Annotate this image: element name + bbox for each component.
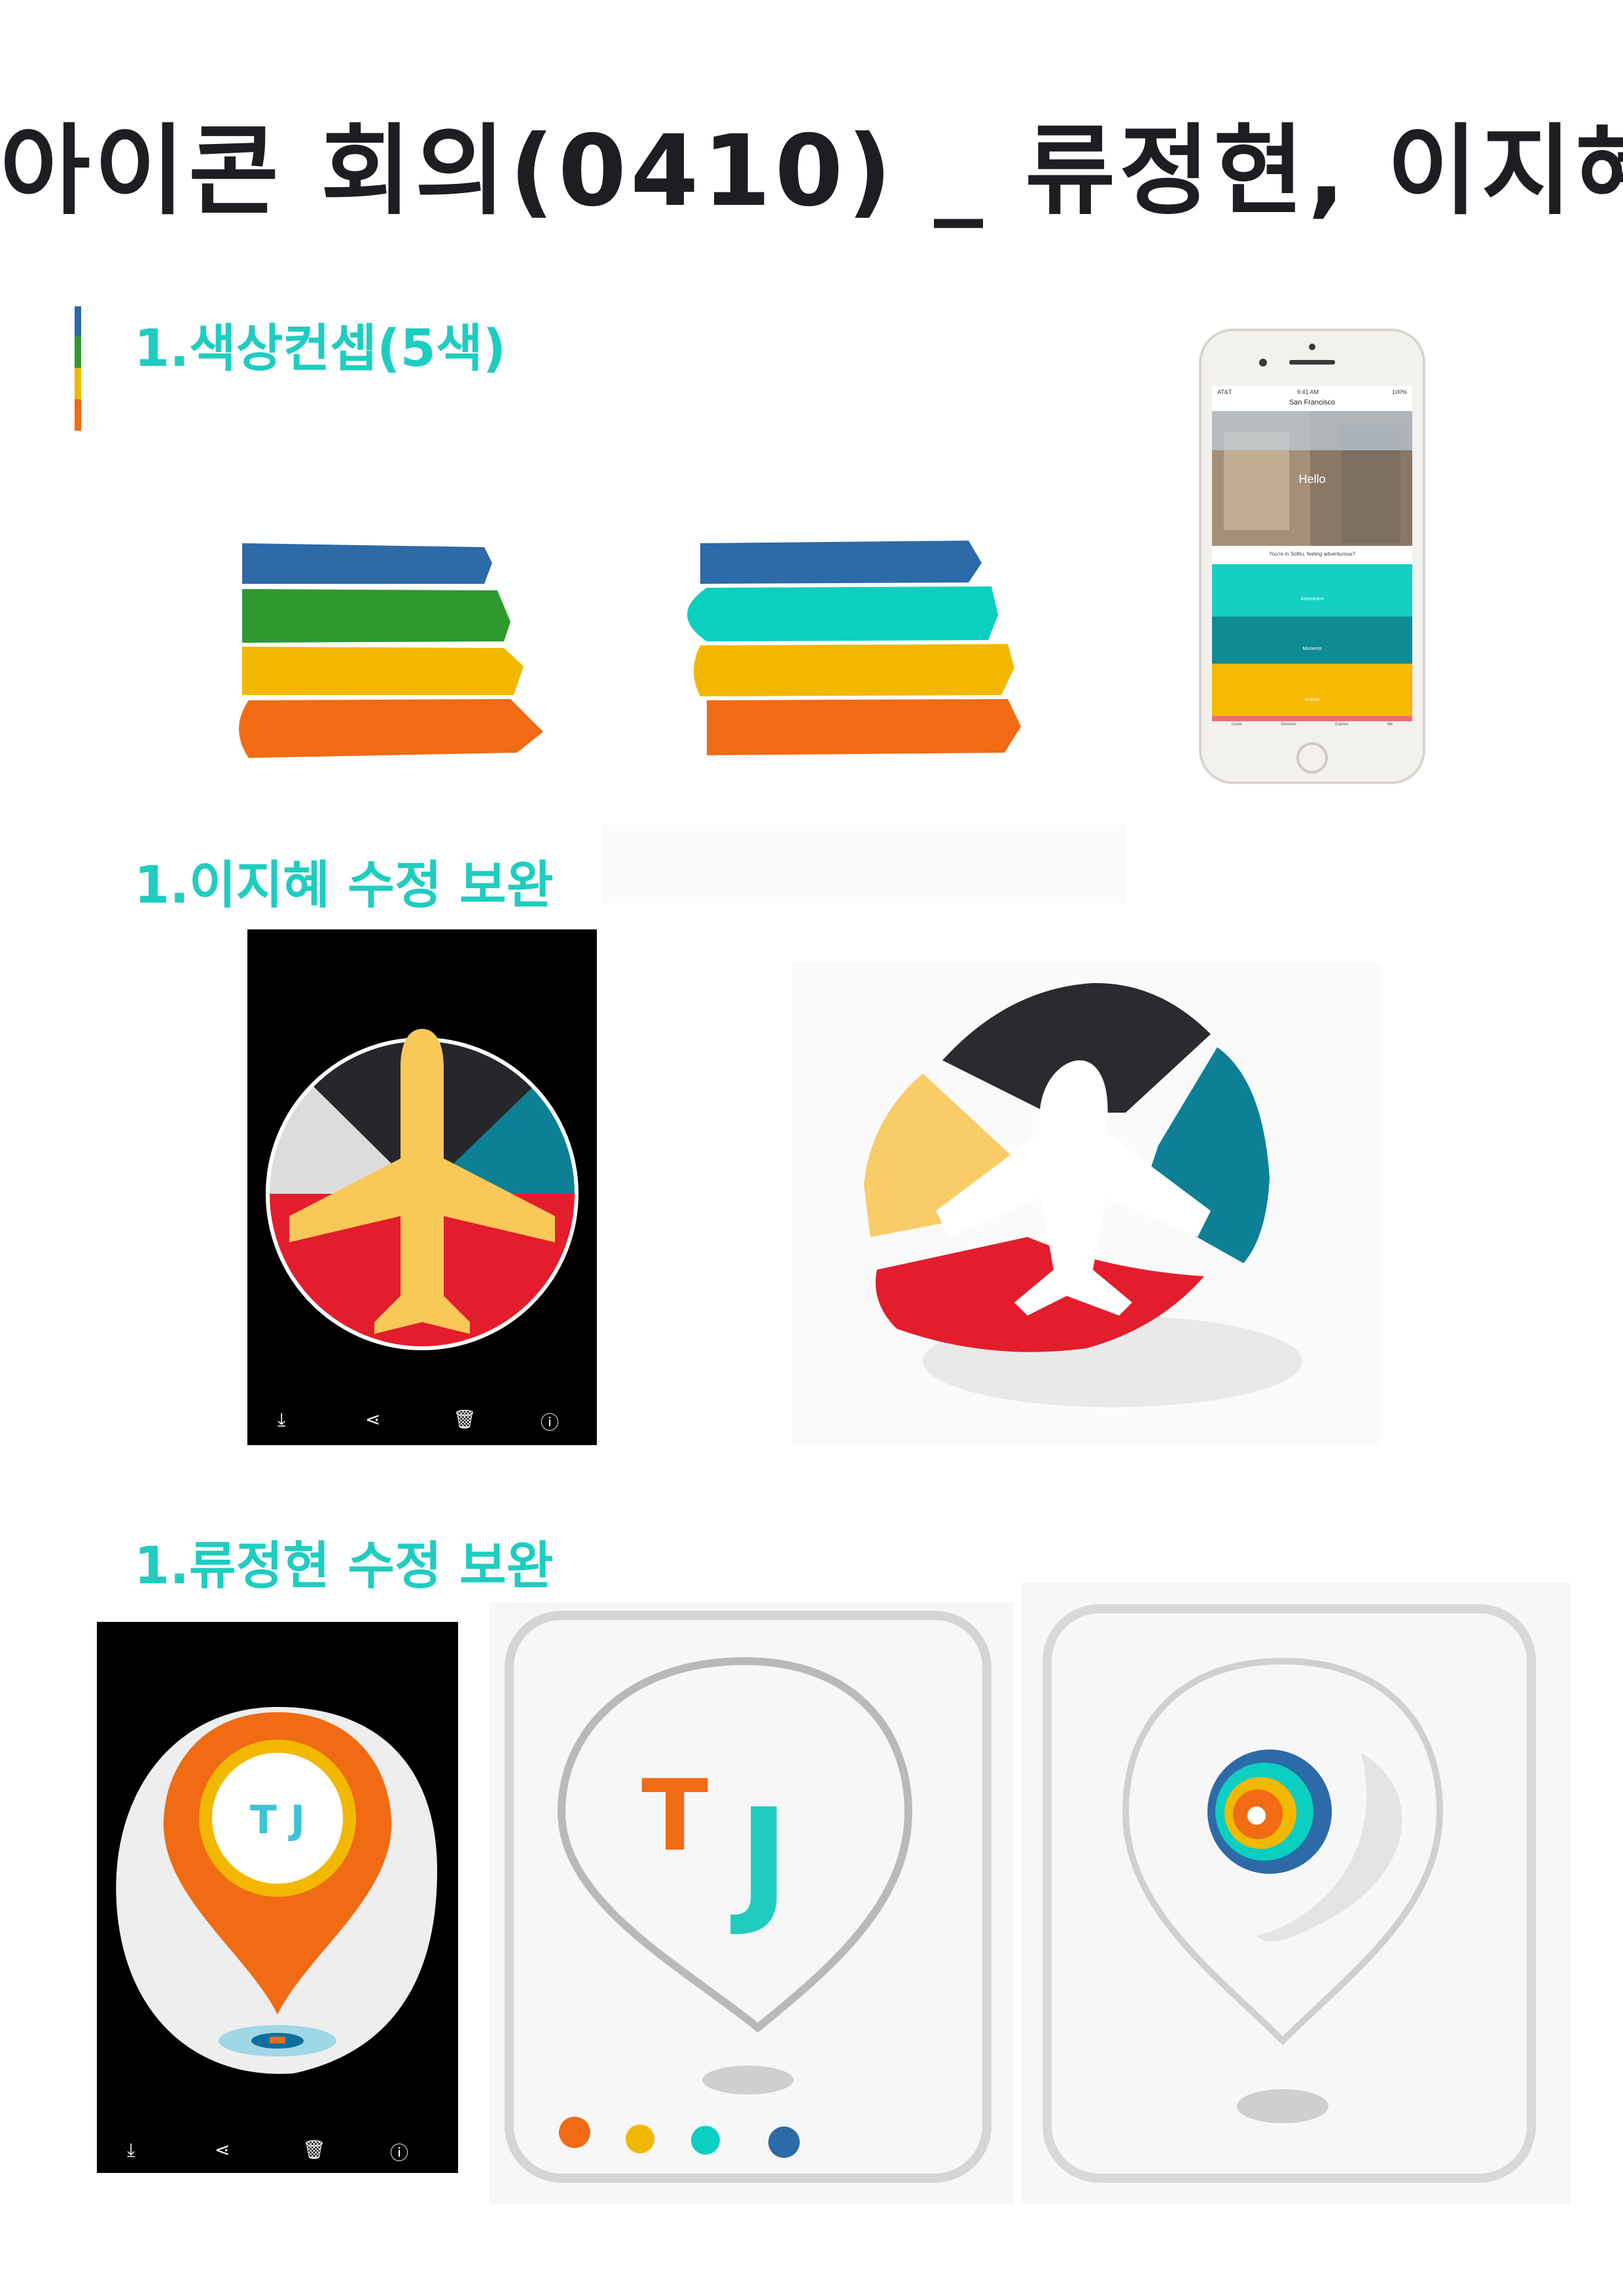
info-icon[interactable]: ⓘ	[541, 1408, 567, 1435]
lee-icon-photo: ⤓ ⋖ 🗑 ⓘ	[247, 929, 597, 1445]
download-icon[interactable]: ⤓	[127, 2139, 153, 2165]
phone-prompt: You're in Sofitu, feeling adventurous?	[1269, 551, 1355, 557]
ryu-icon-letters: T J	[249, 1797, 306, 1843]
share-icon[interactable]: ⋖	[215, 2139, 241, 2165]
color-accent-bar	[75, 306, 81, 431]
phone-nav-title: San Francisco	[1289, 399, 1336, 406]
phone-tile-adventures[interactable]: Adventures	[1212, 597, 1412, 601]
lee-sketch-icon	[864, 982, 1302, 1407]
ryu-sketch-letter-j: J	[738, 1779, 790, 1939]
phone-tile-activity[interactable]: Activity	[1212, 698, 1412, 702]
download-icon[interactable]: ⤓	[277, 1408, 304, 1435]
share-icon[interactable]: ⋖	[365, 1408, 391, 1435]
info-icon[interactable]: ⓘ	[390, 2139, 416, 2165]
ryu-pin-icon	[116, 1707, 437, 2074]
phone-status-time: 9:41 AM	[1297, 389, 1319, 395]
lee-sketch-panel	[792, 962, 1381, 1446]
ryu-sketch-letter-t: T	[641, 1759, 709, 1873]
phone-tab-me[interactable]: Me	[1387, 723, 1393, 740]
phone-tab-discover[interactable]: Discover	[1281, 723, 1296, 740]
phone-tab-explore[interactable]: Explore	[1335, 723, 1348, 740]
phone-status-carrier: AT&T	[1217, 389, 1232, 395]
phone-tabbar: Guide Discover Explore Me	[1212, 723, 1412, 740]
section-title-color-concept: 1.색상컨셉(5색)	[134, 319, 507, 378]
phone-tab-guide[interactable]: Guide	[1232, 723, 1242, 740]
ryu-sketch-target-panel	[1021, 1583, 1571, 2204]
section-title-ryu: 1.류정현 수정 보완	[134, 1537, 554, 1596]
phone-mockup: AT&T 9:41 AM 100% San Francisco Hello Yo…	[1198, 327, 1427, 785]
palette-swatch-a	[239, 543, 543, 758]
page-title: 아이콘 회의(0410) _ 류정현, 이지혜	[0, 115, 1623, 228]
ryu-icon-photo: T J ⤓ ⋖ 🗑 ⓘ	[97, 1622, 458, 2173]
ryu-sketch-tj-panel: T J	[490, 1602, 1013, 2204]
faint-panel	[602, 825, 1126, 903]
phone-tile-moments[interactable]: Moments	[1212, 647, 1412, 651]
trash-icon[interactable]: 🗑	[302, 2139, 329, 2165]
section-title-lee: 1.이지혜 수정 보완	[134, 856, 554, 915]
phone-hero-text: Hello	[1298, 473, 1326, 486]
ryu-sketch-target-icon	[1043, 1604, 1536, 2183]
lee-airplane-icon	[266, 1029, 579, 1350]
palette-swatch-b	[687, 541, 1021, 755]
trash-icon[interactable]: 🗑	[453, 1408, 479, 1435]
phone-status-battery: 100%	[1391, 389, 1407, 395]
